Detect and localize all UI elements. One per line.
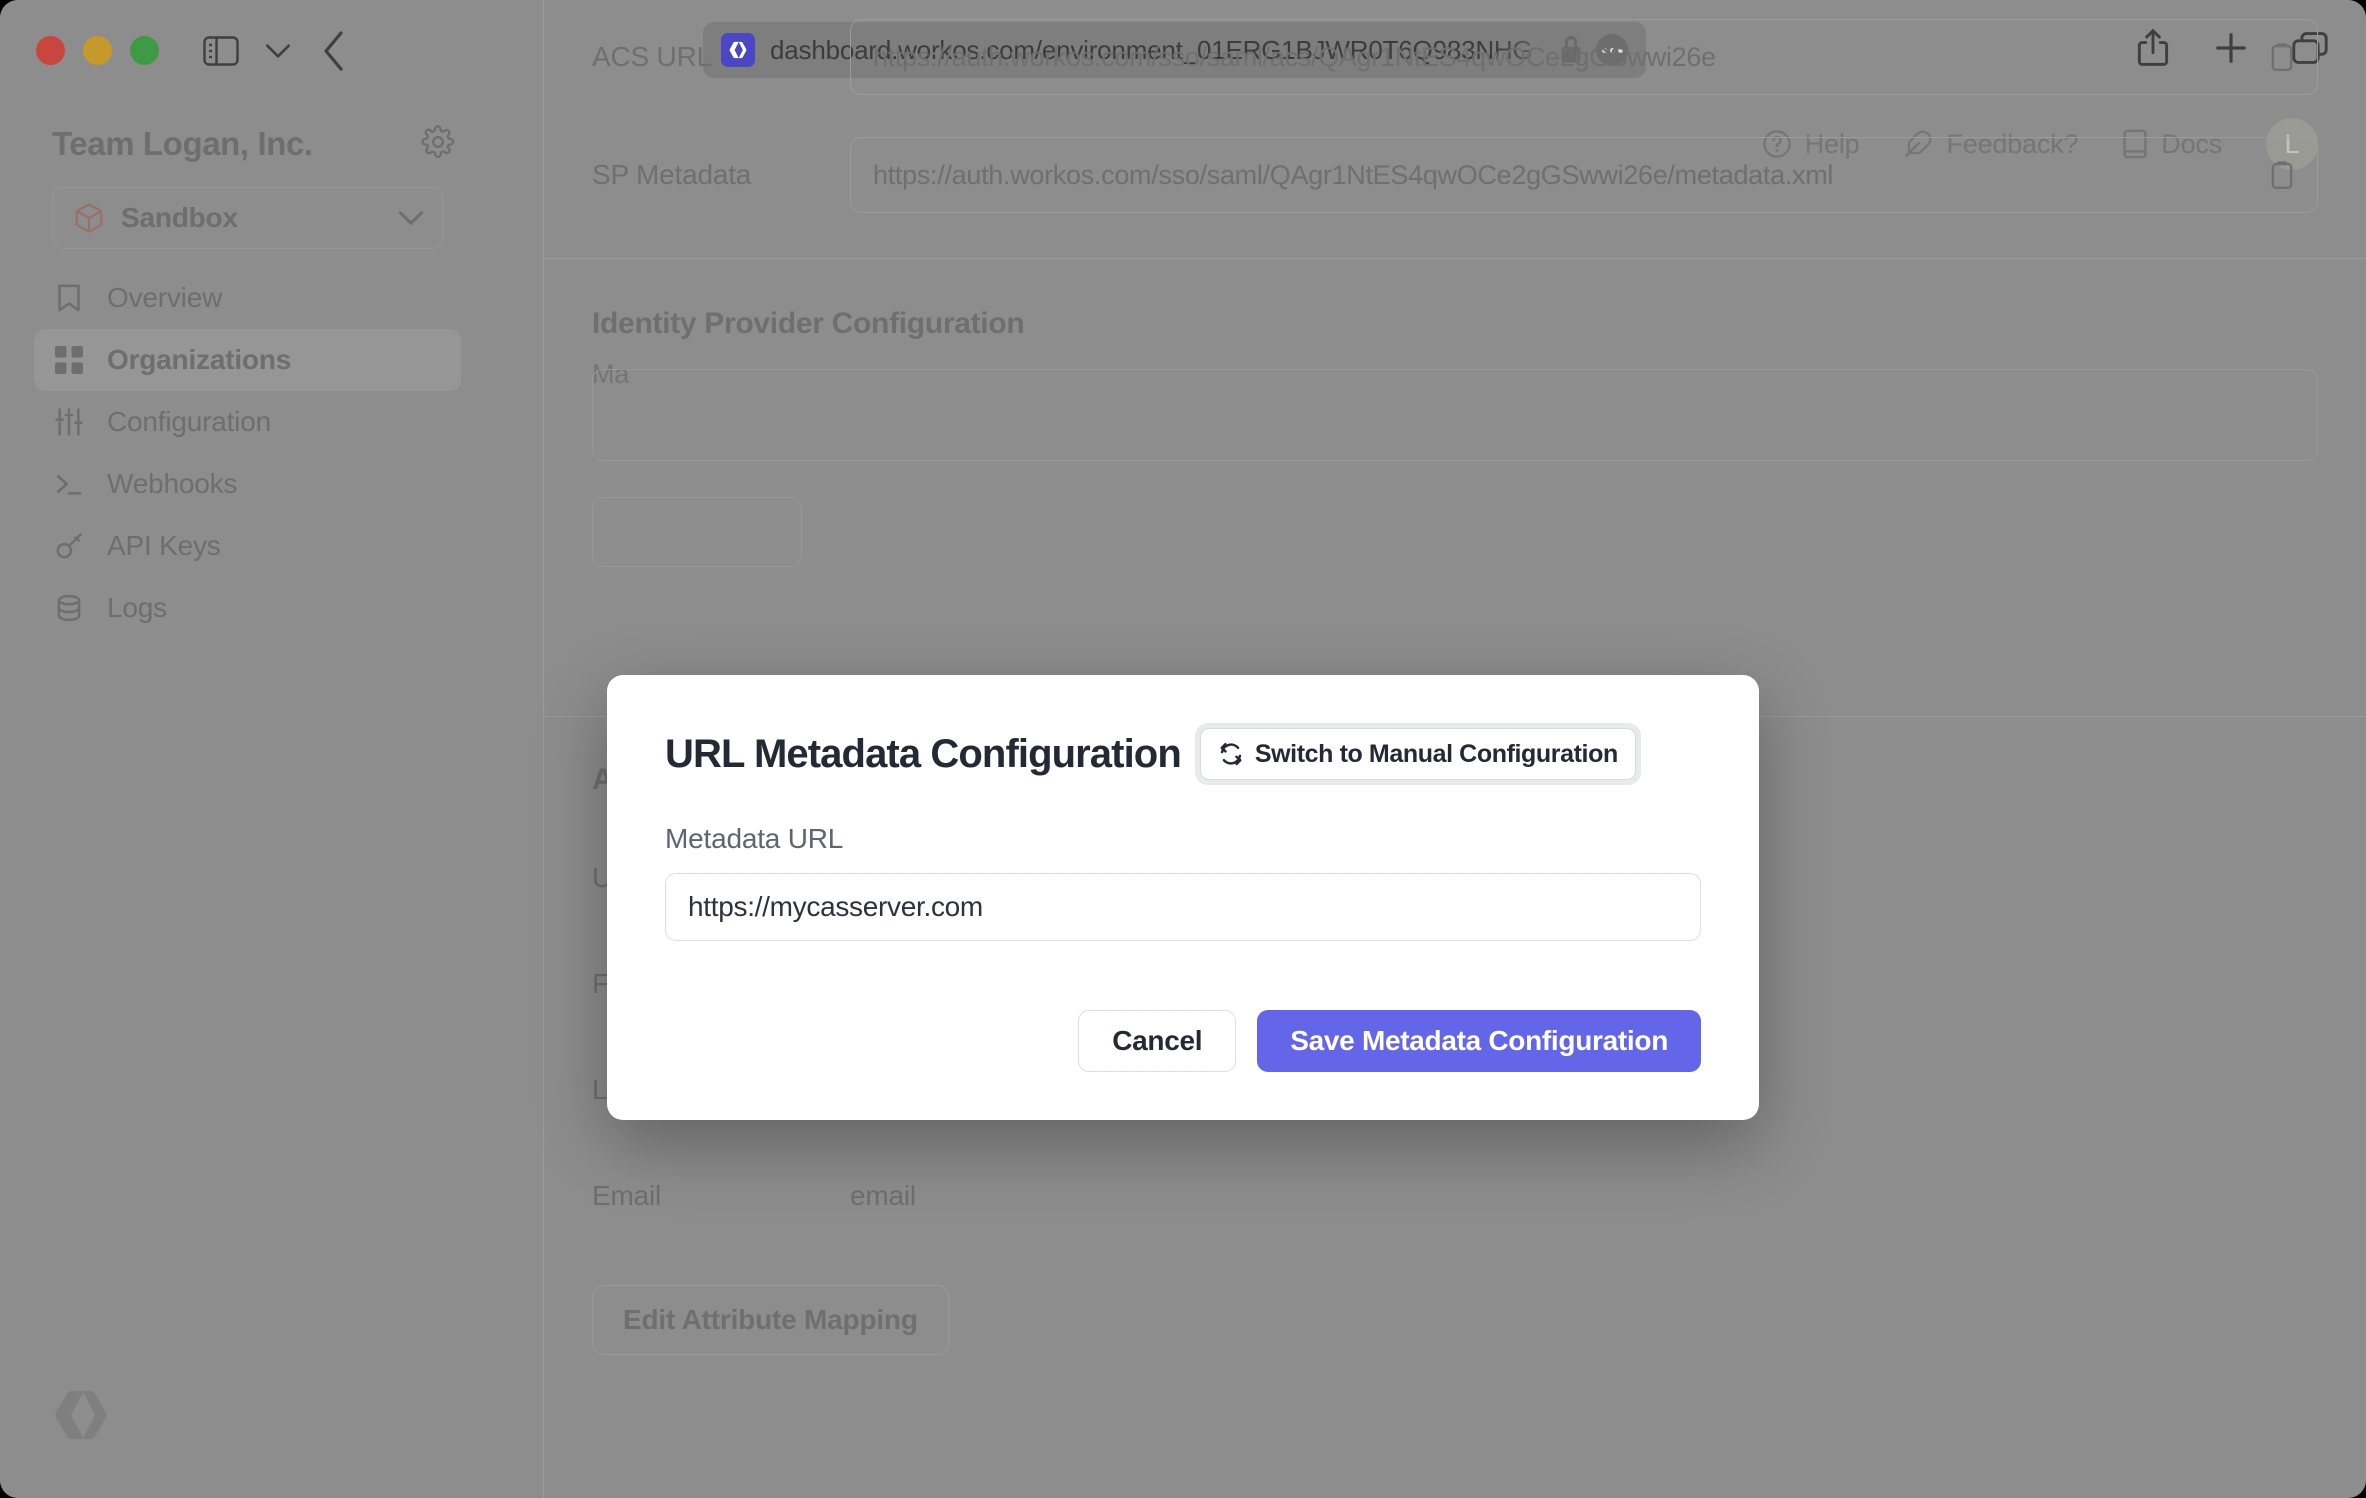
refresh-cycle-icon <box>1218 741 1244 767</box>
acs-url-field[interactable]: https://auth.workos.com/sso/saml/acs/QAg… <box>850 19 2318 95</box>
switch-to-manual-configuration-button[interactable]: Switch to Manual Configuration <box>1199 728 1636 780</box>
switch-button-focus-ring: Switch to Manual Configuration <box>1194 723 1641 785</box>
page-body: Team Logan, Inc. Sandbox Overview Organi… <box>0 0 2366 1498</box>
window-traffic-lights <box>36 36 159 65</box>
acs-url-value: https://auth.workos.com/sso/saml/acs/QAg… <box>873 41 1716 72</box>
table-row: ACS URL https://auth.workos.com/sso/saml… <box>592 0 2318 116</box>
save-metadata-configuration-button[interactable]: Save Metadata Configuration <box>1257 1010 1701 1072</box>
url-metadata-configuration-dialog: URL Metadata Configuration Switch to Man… <box>607 675 1759 1120</box>
switch-button-label: Switch to Manual Configuration <box>1254 739 1618 768</box>
chevron-down-icon[interactable] <box>265 43 291 59</box>
minimize-window-button[interactable] <box>83 36 112 65</box>
dialog-title: URL Metadata Configuration <box>665 731 1182 776</box>
browser-window: dashboard.workos.com/environment_01ERG1B… <box>0 0 2366 1498</box>
sidebar-toggle-icon[interactable] <box>203 35 239 66</box>
metadata-url-label: Metadata URL <box>665 823 844 854</box>
copy-icon[interactable] <box>2269 42 2295 72</box>
back-button[interactable] <box>321 30 347 71</box>
metadata-url-input[interactable] <box>665 873 1701 941</box>
cancel-button[interactable]: Cancel <box>1078 1010 1237 1072</box>
close-window-button[interactable] <box>36 36 65 65</box>
acs-url-label: ACS URL <box>592 41 712 72</box>
dialog-header: URL Metadata Configuration Switch to Man… <box>665 723 1701 785</box>
dialog-actions: Cancel Save Metadata Configuration <box>1078 1010 1701 1072</box>
zoom-window-button[interactable] <box>130 36 159 65</box>
